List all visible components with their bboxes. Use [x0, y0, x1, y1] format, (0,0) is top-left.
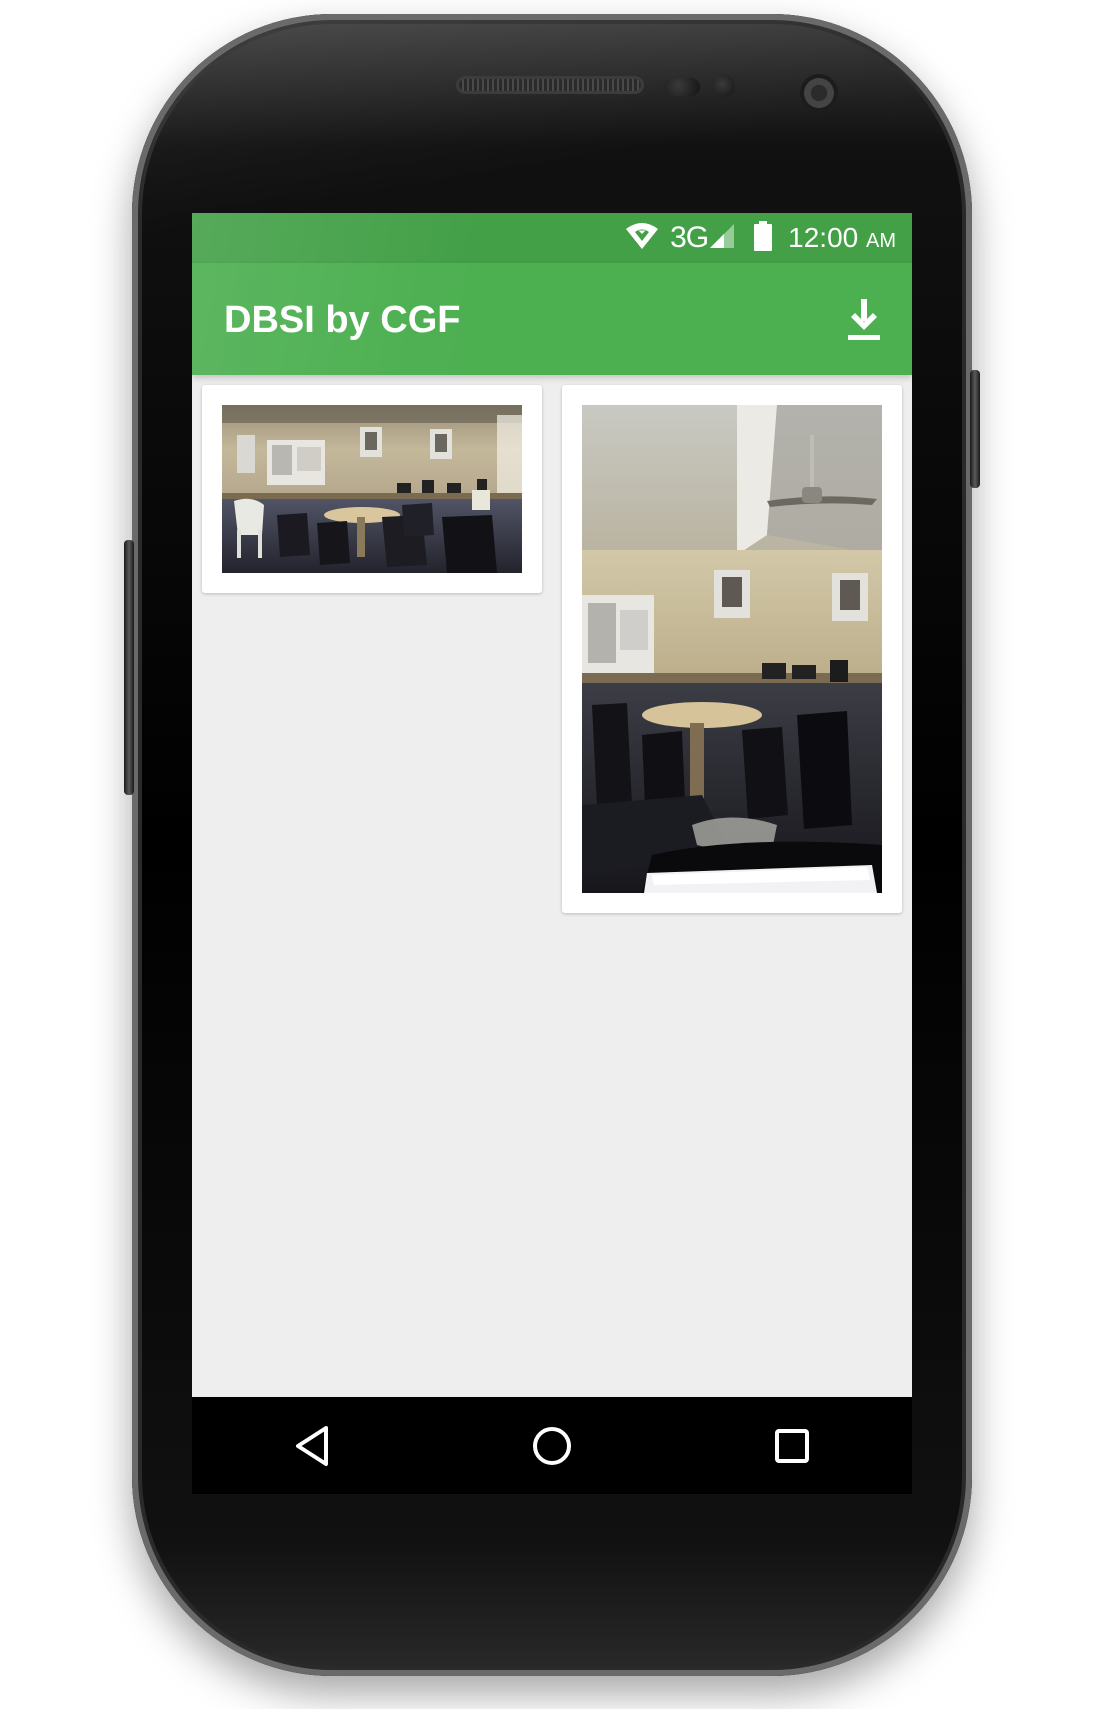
photo-thumbnail-2[interactable]	[582, 405, 882, 893]
battery-icon	[754, 220, 773, 256]
navigation-bar	[192, 1397, 912, 1494]
home-button[interactable]	[512, 1406, 592, 1486]
volume-button	[124, 540, 134, 795]
clock-ampm: AM	[866, 230, 896, 252]
recents-icon	[775, 1428, 809, 1463]
recents-button[interactable]	[752, 1406, 832, 1486]
gallery-card-2[interactable]	[562, 385, 902, 913]
photo-thumbnail-1[interactable]	[222, 405, 522, 573]
download-icon	[848, 299, 880, 340]
proximity-sensor	[664, 78, 700, 96]
wifi-icon	[624, 221, 660, 256]
earpiece-speaker	[456, 76, 644, 94]
front-camera	[800, 74, 838, 112]
power-button	[970, 370, 980, 488]
status-icons: 3G 12:00 AM	[624, 213, 896, 263]
app-bar: DBSI by CGF	[192, 263, 912, 375]
back-button[interactable]	[272, 1406, 352, 1486]
clock-time: 12:00	[788, 222, 859, 253]
light-sensor	[713, 75, 735, 97]
status-bar: 3G 12:00 AM	[192, 213, 912, 263]
download-button[interactable]	[838, 293, 890, 345]
back-icon	[296, 1425, 328, 1466]
screen: 3G 12:00 AM DBSI by CGF	[192, 213, 912, 1494]
network-type: 3G	[670, 221, 709, 254]
app-title: DBSI by CGF	[224, 299, 461, 341]
gallery-card-1[interactable]	[202, 385, 542, 593]
cell-signal-icon	[708, 222, 736, 255]
clock: 12:00 AM	[788, 224, 896, 252]
home-icon	[533, 1426, 571, 1465]
